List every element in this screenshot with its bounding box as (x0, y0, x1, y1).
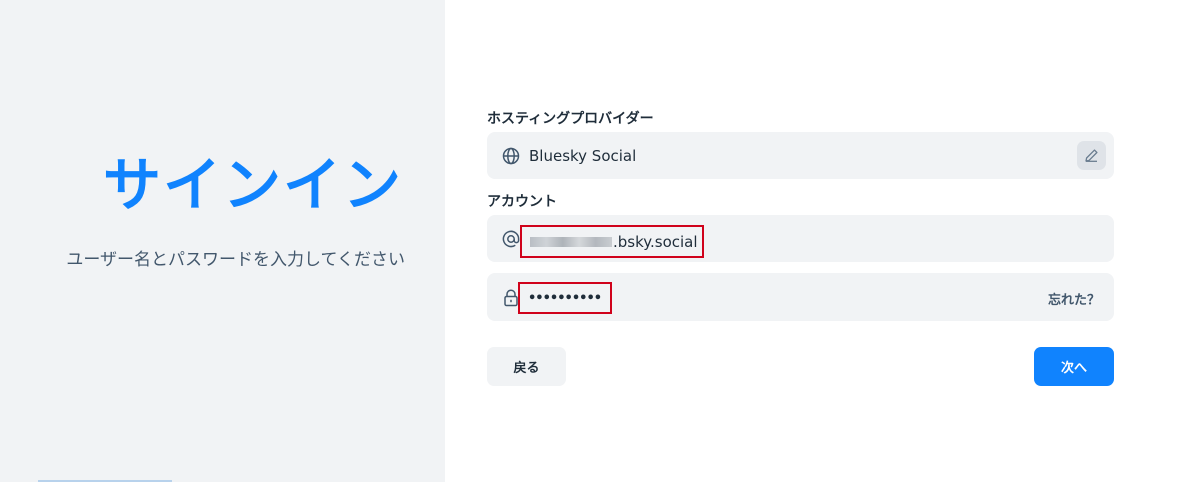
handle-suffix: .bsky.social (613, 232, 698, 251)
forgot-password-link[interactable]: 忘れた？ (1048, 289, 1100, 308)
hosting-provider-field[interactable]: Bluesky Social (487, 132, 1114, 179)
page-subtitle: ユーザー名とパスワードを入力してください (66, 250, 405, 270)
next-button[interactable]: 次へ (1034, 347, 1114, 386)
page-title: サインイン (102, 151, 403, 219)
signin-intro-panel: サインイン ユーザー名とパスワードを入力してください (0, 0, 445, 482)
redacted-username (530, 236, 612, 247)
at-sign-icon (501, 229, 521, 249)
edit-provider-button[interactable] (1077, 141, 1106, 170)
provider-value: Bluesky Social (529, 147, 637, 165)
password-input[interactable]: •••••••••• (518, 282, 612, 314)
signin-page: サインイン ユーザー名とパスワードを入力してください ホスティングプロバイダー … (0, 0, 1200, 482)
handle-input[interactable]: .bsky.social (520, 225, 704, 258)
password-field[interactable]: •••••••••• 忘れた？ (487, 273, 1114, 321)
globe-icon (501, 146, 521, 166)
account-label: アカウント (487, 194, 557, 210)
provider-label: ホスティングプロバイダー (487, 111, 654, 127)
back-button[interactable]: 戻る (487, 347, 566, 386)
handle-field[interactable]: .bsky.social (487, 215, 1114, 262)
